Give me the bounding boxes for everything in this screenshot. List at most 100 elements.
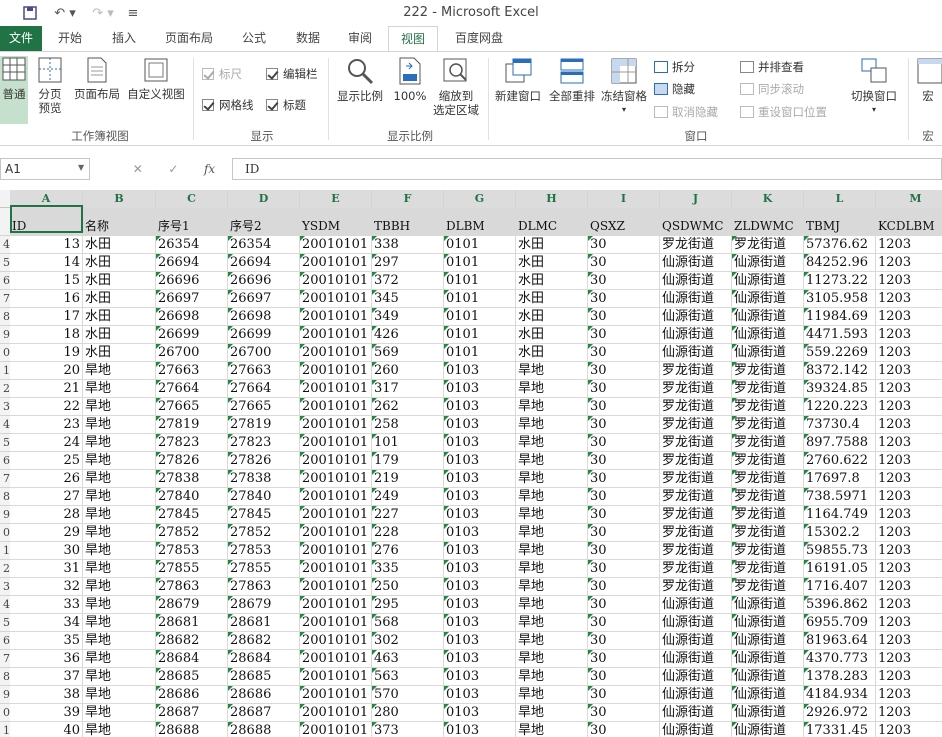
row-header[interactable]: 8 — [0, 308, 10, 326]
cell-m[interactable]: 1203 — [876, 632, 942, 650]
cell-c[interactable]: 27853 — [156, 542, 228, 560]
cell-l[interactable]: 3105.958 — [804, 290, 876, 308]
cell-k[interactable]: 仙源街道 — [732, 668, 804, 686]
cell-m[interactable]: 1203 — [876, 308, 942, 326]
cell-i[interactable]: 30 — [588, 398, 660, 416]
cell-d[interactable]: 27852 — [228, 524, 300, 542]
tab-data[interactable]: 数据 — [286, 26, 330, 51]
cell-g[interactable]: 0103 — [444, 650, 516, 668]
cell-d[interactable]: 28682 — [228, 632, 300, 650]
cell-e[interactable]: 20010101 — [300, 542, 372, 560]
cell-e[interactable]: 20010101 — [300, 290, 372, 308]
enter-icon[interactable]: ✓ — [168, 162, 178, 176]
cell-h[interactable]: 旱地 — [516, 380, 588, 398]
cell-d[interactable]: 26697 — [228, 290, 300, 308]
cell-m[interactable]: 1203 — [876, 434, 942, 452]
cell-c[interactable]: 28679 — [156, 596, 228, 614]
cell-a[interactable]: 33 — [10, 596, 83, 614]
cell-m[interactable]: 1203 — [876, 254, 942, 272]
cell-b[interactable]: 旱地 — [83, 596, 156, 614]
cell-b[interactable]: 旱地 — [83, 542, 156, 560]
cell-e[interactable]: 20010101 — [300, 470, 372, 488]
cell-j[interactable]: 罗龙街道 — [660, 398, 732, 416]
cell-e[interactable]: 20010101 — [300, 362, 372, 380]
cell-e[interactable]: 20010101 — [300, 614, 372, 632]
cell-d[interactable]: 27826 — [228, 452, 300, 470]
cell-b[interactable]: 旱地 — [83, 614, 156, 632]
split-button[interactable]: 拆分 — [654, 58, 695, 76]
cell-j[interactable]: 罗龙街道 — [660, 488, 732, 506]
cell-l[interactable]: 738.5971 — [804, 488, 876, 506]
cell-k[interactable]: 仙源街道 — [732, 290, 804, 308]
cell-c[interactable]: 26696 — [156, 272, 228, 290]
ruler-checkbox[interactable]: 标尺 — [202, 66, 242, 82]
cell-l[interactable]: 11273.22 — [804, 272, 876, 290]
cell-i[interactable]: 30 — [588, 272, 660, 290]
column-header-e[interactable]: E — [300, 190, 372, 208]
column-header-d[interactable]: D — [228, 190, 300, 208]
page-layout-view-button[interactable]: 页面布局 — [70, 56, 124, 101]
cell-a[interactable]: 38 — [10, 686, 83, 704]
cell-e[interactable]: 20010101 — [300, 506, 372, 524]
cell-e[interactable]: 20010101 — [300, 596, 372, 614]
cell-h[interactable]: 旱地 — [516, 596, 588, 614]
cell-b[interactable]: 旱地 — [83, 722, 156, 737]
cell-j[interactable]: 仙源街道 — [660, 632, 732, 650]
cell-l[interactable]: 11984.69 — [804, 308, 876, 326]
cell-j[interactable]: 罗龙街道 — [660, 362, 732, 380]
cell-f[interactable]: 345 — [372, 290, 444, 308]
cell-a[interactable]: 39 — [10, 704, 83, 722]
cell-j[interactable]: 仙源街道 — [660, 272, 732, 290]
cell-c[interactable]: 26354 — [156, 236, 228, 254]
row-header[interactable]: 1 — [0, 362, 10, 380]
row-header[interactable]: 6 — [0, 632, 10, 650]
cell-c[interactable]: 27826 — [156, 452, 228, 470]
cell-b[interactable]: 水田 — [83, 290, 156, 308]
cell-c[interactable]: 27863 — [156, 578, 228, 596]
cell-a[interactable]: 15 — [10, 272, 83, 290]
cell-c[interactable]: 27840 — [156, 488, 228, 506]
cell-h[interactable]: 旱地 — [516, 722, 588, 737]
tab-view[interactable]: 视图 — [388, 26, 438, 52]
cell-l[interactable]: 84252.96 — [804, 254, 876, 272]
cell-d[interactable]: 28686 — [228, 686, 300, 704]
cell-m[interactable]: 1203 — [876, 236, 942, 254]
cell-c[interactable]: 26699 — [156, 326, 228, 344]
cell-d[interactable]: 27819 — [228, 416, 300, 434]
cell-i[interactable]: 30 — [588, 308, 660, 326]
zoom-button[interactable]: 显示比例 — [334, 56, 386, 103]
cell-h[interactable]: 旱地 — [516, 506, 588, 524]
cell-l[interactable]: 4184.934 — [804, 686, 876, 704]
cell-h[interactable]: 旱地 — [516, 362, 588, 380]
cell-i[interactable]: 30 — [588, 578, 660, 596]
cell-m[interactable]: 1203 — [876, 704, 942, 722]
zoom-100-button[interactable]: 100% — [390, 56, 430, 103]
cell-m[interactable]: 1203 — [876, 650, 942, 668]
cell-c[interactable]: 26698 — [156, 308, 228, 326]
cell-b[interactable]: 旱地 — [83, 416, 156, 434]
cell-k[interactable]: 仙源街道 — [732, 614, 804, 632]
cell-j[interactable]: 仙源街道 — [660, 596, 732, 614]
cell-m[interactable]: 1203 — [876, 344, 942, 362]
cell-h[interactable]: 旱地 — [516, 632, 588, 650]
cell-l[interactable]: 8372.142 — [804, 362, 876, 380]
row-header[interactable]: 3 — [0, 578, 10, 596]
row-header[interactable]: 0 — [0, 704, 10, 722]
cell-a[interactable]: 29 — [10, 524, 83, 542]
cell-j[interactable]: 仙源街道 — [660, 326, 732, 344]
cell-d[interactable]: 28685 — [228, 668, 300, 686]
column-header-a[interactable]: A — [10, 190, 83, 208]
tab-baidu-netdisk[interactable]: 百度网盘 — [446, 26, 512, 51]
cell-f[interactable]: 335 — [372, 560, 444, 578]
cell-l[interactable]: 1716.407 — [804, 578, 876, 596]
cell-g[interactable]: 0103 — [444, 506, 516, 524]
column-header-g[interactable]: G — [444, 190, 516, 208]
cell-k[interactable]: 仙源街道 — [732, 254, 804, 272]
cell-k[interactable]: 罗龙街道 — [732, 560, 804, 578]
cell-i[interactable]: 30 — [588, 704, 660, 722]
cell-a[interactable]: 25 — [10, 452, 83, 470]
cell-j[interactable]: 罗龙街道 — [660, 542, 732, 560]
cell-m[interactable]: 1203 — [876, 362, 942, 380]
cell-h[interactable]: 水田 — [516, 272, 588, 290]
cell-a[interactable]: 20 — [10, 362, 83, 380]
